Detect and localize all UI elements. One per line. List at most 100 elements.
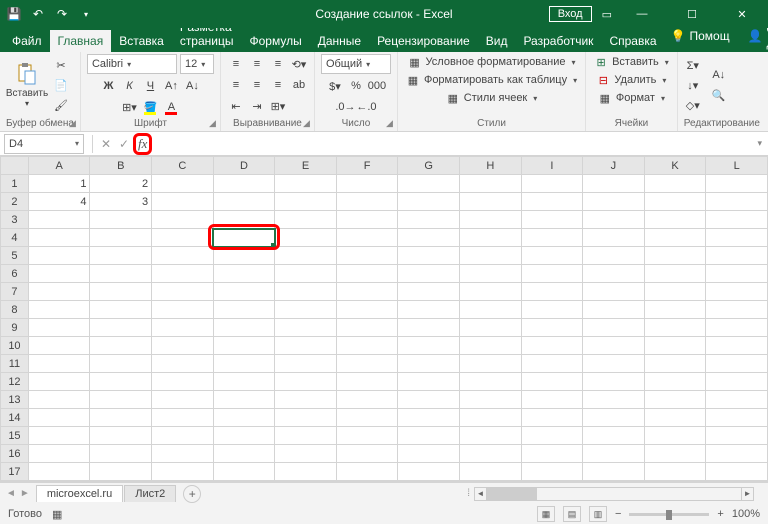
- name-box[interactable]: D4 ▾: [4, 134, 84, 154]
- cell-H17[interactable]: [460, 463, 522, 481]
- row-header[interactable]: 4: [1, 229, 29, 247]
- cell-J8[interactable]: [583, 301, 645, 319]
- cell-L12[interactable]: [706, 373, 768, 391]
- cell-G15[interactable]: [398, 427, 460, 445]
- cell-D3[interactable]: [213, 211, 275, 229]
- cell-J17[interactable]: [583, 463, 645, 481]
- sheet-tab-0[interactable]: microexcel.ru: [36, 485, 123, 502]
- fill-button[interactable]: ↓▾: [684, 76, 702, 94]
- cell-F16[interactable]: [336, 445, 398, 463]
- cell-J1[interactable]: [583, 175, 645, 193]
- sheet-tab-1[interactable]: Лист2: [124, 485, 176, 502]
- cell-I9[interactable]: [521, 319, 583, 337]
- delete-cells-button[interactable]: ⊟Удалить▾: [594, 72, 668, 88]
- cell-G10[interactable]: [398, 337, 460, 355]
- cell-K16[interactable]: [644, 445, 706, 463]
- horizontal-scrollbar[interactable]: ◄ ►: [474, 487, 754, 501]
- row-header[interactable]: 8: [1, 301, 29, 319]
- cell-C6[interactable]: [152, 265, 214, 283]
- cell-D9[interactable]: [213, 319, 275, 337]
- cell-L16[interactable]: [706, 445, 768, 463]
- cell-A9[interactable]: [28, 319, 90, 337]
- cell-J12[interactable]: [583, 373, 645, 391]
- cell-G5[interactable]: [398, 247, 460, 265]
- cell-C12[interactable]: [152, 373, 214, 391]
- cell-J3[interactable]: [583, 211, 645, 229]
- cell-F7[interactable]: [336, 283, 398, 301]
- ribbon-options-icon[interactable]: ▭: [602, 8, 612, 21]
- cell-K2[interactable]: [644, 193, 706, 211]
- cell-F11[interactable]: [336, 355, 398, 373]
- cell-G9[interactable]: [398, 319, 460, 337]
- cell-E14[interactable]: [275, 409, 337, 427]
- column-header[interactable]: F: [336, 157, 398, 175]
- copy-button[interactable]: 📄: [52, 76, 70, 94]
- cell-E11[interactable]: [275, 355, 337, 373]
- cell-E1[interactable]: [275, 175, 337, 193]
- cell-J7[interactable]: [583, 283, 645, 301]
- insert-cells-button[interactable]: ⊞Вставить▾: [592, 54, 671, 70]
- zoom-in-button[interactable]: +: [717, 508, 723, 520]
- row-header[interactable]: 2: [1, 193, 29, 211]
- cell-F1[interactable]: [336, 175, 398, 193]
- cell-B13[interactable]: [90, 391, 152, 409]
- cell-H13[interactable]: [460, 391, 522, 409]
- currency-button[interactable]: $▾: [326, 77, 344, 95]
- cell-F15[interactable]: [336, 427, 398, 445]
- cell-I17[interactable]: [521, 463, 583, 481]
- tell-me-search[interactable]: 💡 Помощ: [665, 27, 736, 45]
- clear-button[interactable]: ◇▾: [684, 96, 702, 114]
- row-header[interactable]: 16: [1, 445, 29, 463]
- column-header[interactable]: E: [275, 157, 337, 175]
- cell-J4[interactable]: [583, 229, 645, 247]
- cell-K10[interactable]: [644, 337, 706, 355]
- font-launcher[interactable]: ◢: [209, 118, 216, 129]
- cell-H8[interactable]: [460, 301, 522, 319]
- font-color-button[interactable]: A: [162, 98, 180, 116]
- cell-A16[interactable]: [28, 445, 90, 463]
- sheet-nav-next[interactable]: ►: [20, 488, 30, 499]
- cell-L3[interactable]: [706, 211, 768, 229]
- column-header[interactable]: J: [583, 157, 645, 175]
- cell-C3[interactable]: [152, 211, 214, 229]
- cell-A8[interactable]: [28, 301, 90, 319]
- save-icon[interactable]: 💾: [6, 6, 22, 22]
- cell-L15[interactable]: [706, 427, 768, 445]
- cell-D8[interactable]: [213, 301, 275, 319]
- cell-L4[interactable]: [706, 229, 768, 247]
- percent-button[interactable]: %: [347, 77, 365, 95]
- cell-B7[interactable]: [90, 283, 152, 301]
- qat-dropdown-icon[interactable]: ▾: [78, 6, 94, 22]
- cell-L17[interactable]: [706, 463, 768, 481]
- cell-L7[interactable]: [706, 283, 768, 301]
- cell-D13[interactable]: [213, 391, 275, 409]
- cell-L6[interactable]: [706, 265, 768, 283]
- number-launcher[interactable]: ◢: [386, 118, 393, 129]
- cell-G1[interactable]: [398, 175, 460, 193]
- cell-I14[interactable]: [521, 409, 583, 427]
- cell-B1[interactable]: 2: [90, 175, 152, 193]
- row-header[interactable]: 13: [1, 391, 29, 409]
- cell-L1[interactable]: [706, 175, 768, 193]
- cell-L2[interactable]: [706, 193, 768, 211]
- row-header[interactable]: 15: [1, 427, 29, 445]
- column-header[interactable]: K: [644, 157, 706, 175]
- align-right-button[interactable]: ≡: [269, 76, 287, 94]
- cell-K6[interactable]: [644, 265, 706, 283]
- cell-I1[interactable]: [521, 175, 583, 193]
- cell-B2[interactable]: 3: [90, 193, 152, 211]
- cell-A13[interactable]: [28, 391, 90, 409]
- sheet-nav-prev[interactable]: ◄: [6, 488, 16, 499]
- cell-F8[interactable]: [336, 301, 398, 319]
- cell-K17[interactable]: [644, 463, 706, 481]
- cell-A2[interactable]: 4: [28, 193, 90, 211]
- cell-J9[interactable]: [583, 319, 645, 337]
- cell-H5[interactable]: [460, 247, 522, 265]
- number-format-combo[interactable]: Общий▾: [321, 54, 391, 74]
- cell-C7[interactable]: [152, 283, 214, 301]
- cell-L14[interactable]: [706, 409, 768, 427]
- cell-B10[interactable]: [90, 337, 152, 355]
- cell-F2[interactable]: [336, 193, 398, 211]
- tab-insert[interactable]: Вставка: [111, 30, 172, 52]
- cell-G4[interactable]: [398, 229, 460, 247]
